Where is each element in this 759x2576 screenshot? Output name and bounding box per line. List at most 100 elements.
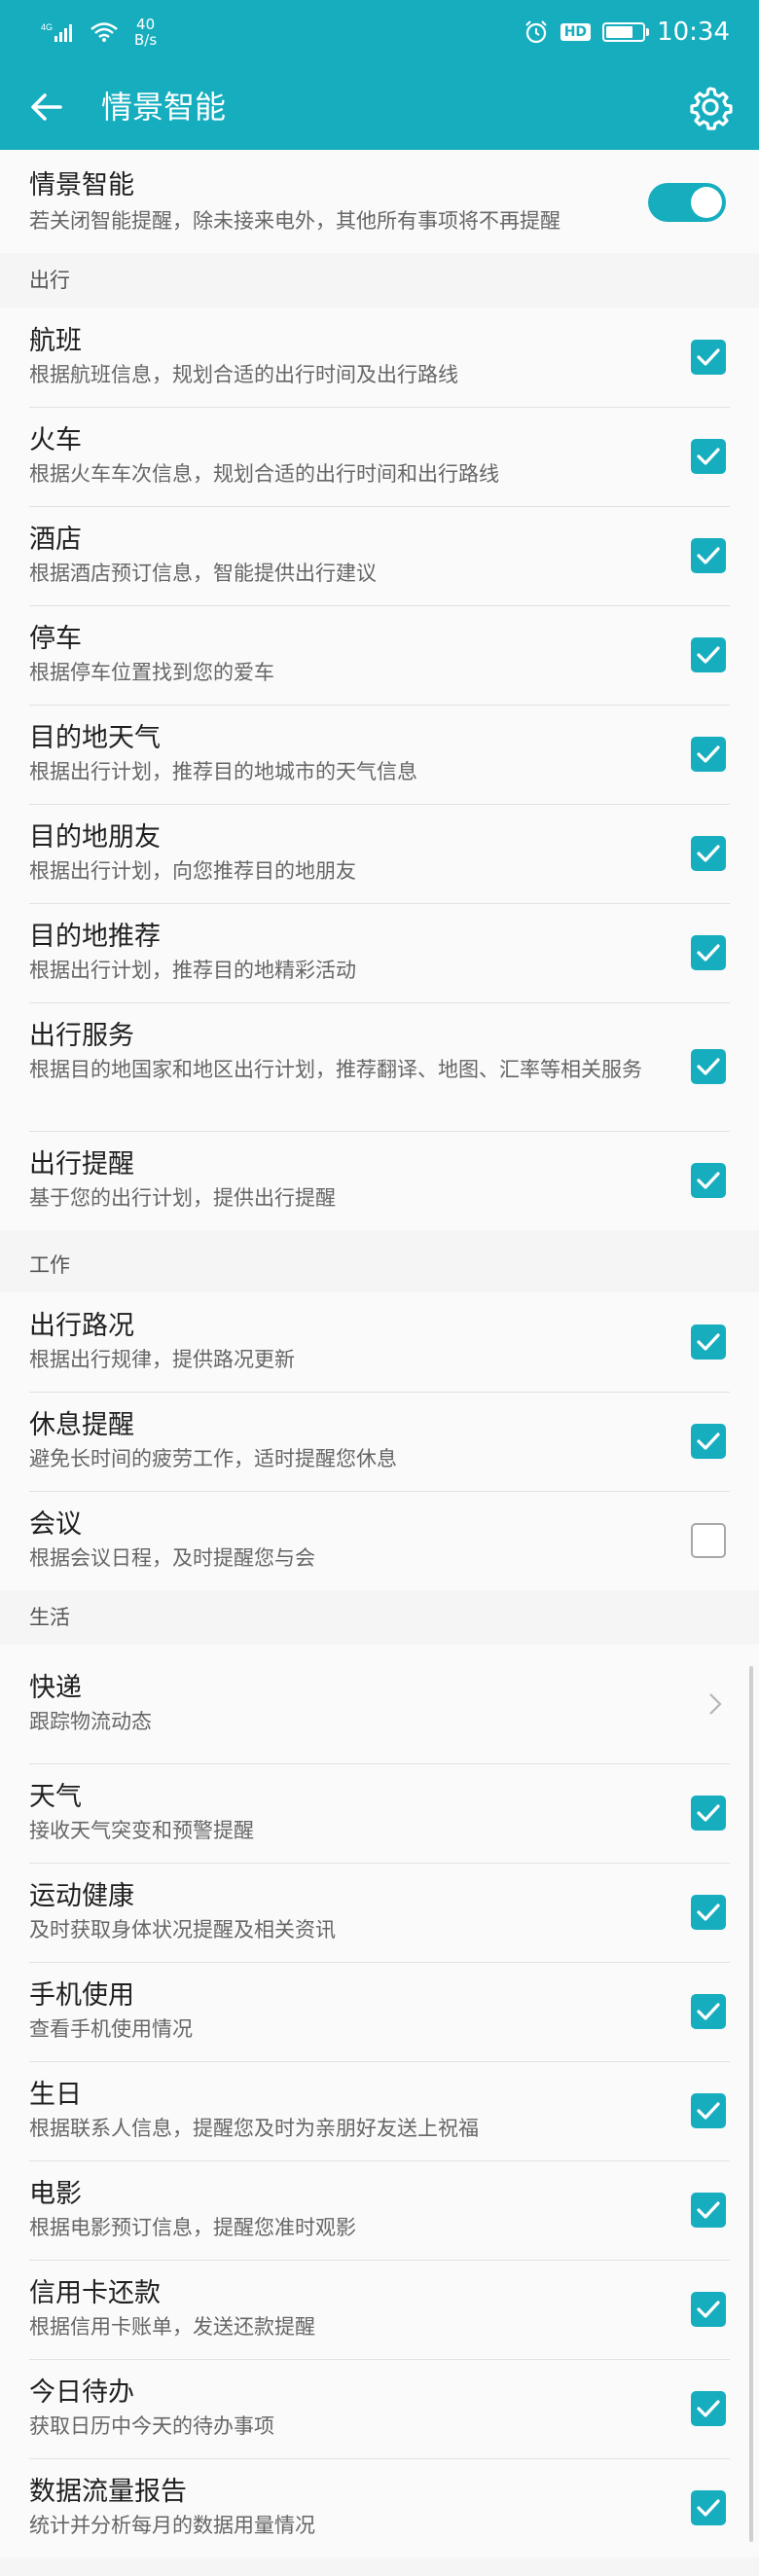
checkbox[interactable] [691, 2292, 726, 2327]
list-item[interactable]: 酒店根据酒店预订信息，智能提供出行建议 [0, 506, 759, 605]
item-desc: 统计并分析每月的数据用量情况 [29, 2514, 315, 2537]
checkbox[interactable] [691, 836, 726, 871]
net-speed-unit: B/s [134, 31, 158, 49]
item-title: 出行提醒 [29, 1149, 134, 1179]
item-title: 休息提醒 [29, 1410, 134, 1440]
item-desc: 根据酒店预订信息，智能提供出行建议 [29, 562, 377, 585]
item-title: 酒店 [29, 525, 82, 555]
list-item[interactable]: 目的地天气 根据出行计划，推荐目的地城市的天气信息 [0, 705, 759, 804]
checkbox[interactable] [691, 637, 726, 672]
chevron-right-icon[interactable] [708, 1692, 722, 1716]
checkbox[interactable] [691, 1796, 726, 1831]
wifi-icon [90, 22, 118, 42]
item-desc: 根据航班信息，规划合适的出行时间及出行路线 [29, 363, 458, 386]
item-desc: 根据信用卡账单，发送还款提醒 [29, 2315, 315, 2339]
list-item[interactable]: 火车 根据火车车次信息，规划合适的出行时间和出行路线 [0, 407, 759, 506]
item-title: 今日待办 [29, 2377, 134, 2408]
app-bar: 情景智能 [0, 64, 759, 150]
settings-list: 航班根据航班信息，规划合适的出行时间及出行路线 火车 根据火车车次信息，规划合适的… [0, 308, 759, 1230]
item-title: 手机使用 [29, 1980, 134, 2011]
checkbox[interactable] [691, 2391, 726, 2426]
list-item[interactable]: 航班根据航班信息，规划合适的出行时间及出行路线 [0, 308, 759, 407]
item-title: 快递 [29, 1673, 82, 1703]
check-icon [697, 1172, 720, 1189]
item-desc: 根据出行计划，向您推荐目的地朋友 [29, 859, 356, 883]
item-desc: 根据目的地国家和地区出行计划，推荐翻译、地图、汇率等相关服务 [29, 1058, 642, 1081]
list-item[interactable]: 会议 根据会议日程，及时提醒您与会 [0, 1491, 759, 1590]
settings-list: 快递 跟踪物流动态 天气接收天气突变和预警提醒 运动健康 及时获取身体状况提醒及相关… [0, 1645, 759, 2558]
check-icon [697, 1433, 720, 1450]
list-item[interactable]: 数据流量报告统计并分析每月的数据用量情况 [0, 2458, 759, 2558]
master-switch[interactable] [648, 183, 726, 222]
checkbox[interactable] [691, 538, 726, 573]
back-arrow-icon[interactable] [25, 86, 68, 128]
checkbox[interactable] [691, 2490, 726, 2525]
section-header: 工作 [29, 1253, 70, 1277]
check-icon [697, 1904, 720, 1921]
item-title: 天气 [29, 1782, 82, 1812]
list-item[interactable]: 出行路况 根据出行规律，提供路况更新 [0, 1292, 759, 1392]
checkbox[interactable] [691, 1523, 726, 1558]
section-header: 生活 [29, 1606, 70, 1629]
item-title: 数据流量报告 [29, 2477, 187, 2507]
checkbox[interactable] [691, 737, 726, 772]
scrollbar[interactable] [749, 1666, 753, 2542]
item-title: 信用卡还款 [29, 2278, 161, 2308]
check-icon [697, 2003, 720, 2020]
list-item[interactable]: 出行服务 根据目的地国家和地区出行计划，推荐翻译、地图、汇率等相关服务 [0, 1002, 759, 1131]
section-life: 生活 快递 跟踪物流动态 天气接收天气突变和预警提醒 运动健康 及时获取身体状况提醒… [0, 1590, 759, 2558]
check-icon [697, 348, 720, 366]
checkbox[interactable] [691, 1324, 726, 1360]
hd-badge: HD [560, 23, 592, 41]
checkbox[interactable] [691, 1895, 726, 1930]
net-speed-value: 40 [136, 16, 156, 33]
checkbox[interactable] [691, 2093, 726, 2128]
list-item[interactable]: 停车 根据停车位置找到您的爱车 [0, 605, 759, 705]
status-right: HD 10:34 [524, 18, 730, 47]
check-icon [697, 1804, 720, 1822]
item-title: 航班 [29, 326, 82, 356]
item-title: 目的地朋友 [29, 822, 161, 853]
signal-icon: 4G [41, 22, 72, 42]
list-item[interactable]: 信用卡还款根据信用卡账单，发送还款提醒 [0, 2260, 759, 2359]
list-item[interactable]: 手机使用 查看手机使用情况 [0, 1962, 759, 2061]
list-item[interactable]: 生日 根据联系人信息，提醒您及时为亲朋好友送上祝福 [0, 2061, 759, 2160]
checkbox[interactable] [691, 1163, 726, 1198]
list-item[interactable]: 电影 根据电影预订信息，提醒您准时观影 [0, 2160, 759, 2260]
item-title: 目的地推荐 [29, 922, 161, 952]
gear-icon[interactable] [687, 84, 734, 130]
item-desc: 根据停车位置找到您的爱车 [29, 661, 274, 684]
battery-icon [602, 22, 650, 42]
list-item[interactable]: 天气接收天气突变和预警提醒 [0, 1763, 759, 1863]
item-title: 出行路况 [29, 1311, 134, 1341]
checkbox[interactable] [691, 1424, 726, 1459]
check-icon [697, 646, 720, 664]
item-desc: 根据火车车次信息，规划合适的出行时间和出行路线 [29, 462, 499, 486]
list-item[interactable]: 目的地朋友根据出行计划，向您推荐目的地朋友 [0, 804, 759, 903]
item-title: 会议 [29, 1509, 82, 1540]
checkbox[interactable] [691, 2193, 726, 2228]
list-item[interactable]: 运动健康 及时获取身体状况提醒及相关资讯 [0, 1863, 759, 1962]
item-title: 电影 [29, 2179, 82, 2209]
item-desc: 根据出行计划，推荐目的地城市的天气信息 [29, 760, 417, 783]
item-desc: 基于您的出行计划，提供出行提醒 [29, 1186, 336, 1210]
list-item[interactable]: 快递 跟踪物流动态 [0, 1645, 759, 1763]
check-icon [697, 2499, 720, 2517]
checkbox[interactable] [691, 1994, 726, 2029]
checkbox[interactable] [691, 340, 726, 375]
checkbox[interactable] [691, 1049, 726, 1084]
check-icon [697, 2201, 720, 2219]
battery-fill [606, 26, 633, 38]
alarm-icon [525, 20, 547, 44]
list-item[interactable]: 今日待办 获取日历中今天的待办事项 [0, 2359, 759, 2458]
list-item[interactable]: 出行提醒基于您的出行计划，提供出行提醒 [0, 1131, 759, 1230]
list-item[interactable]: 目的地推荐 根据出行计划，推荐目的地精彩活动 [0, 903, 759, 1002]
checkbox[interactable] [691, 935, 726, 970]
check-icon [697, 1058, 720, 1075]
item-desc: 接收天气突变和预警提醒 [29, 1819, 254, 1842]
master-toggle-row: 情景智能 若关闭智能提醒，除未接来电外，其他所有事项将不再提醒 [0, 150, 759, 253]
check-icon [697, 2102, 720, 2120]
item-desc: 及时获取身体状况提醒及相关资讯 [29, 1918, 336, 1941]
checkbox[interactable] [691, 439, 726, 474]
list-item[interactable]: 休息提醒 避免长时间的疲劳工作，适时提醒您休息 [0, 1392, 759, 1491]
